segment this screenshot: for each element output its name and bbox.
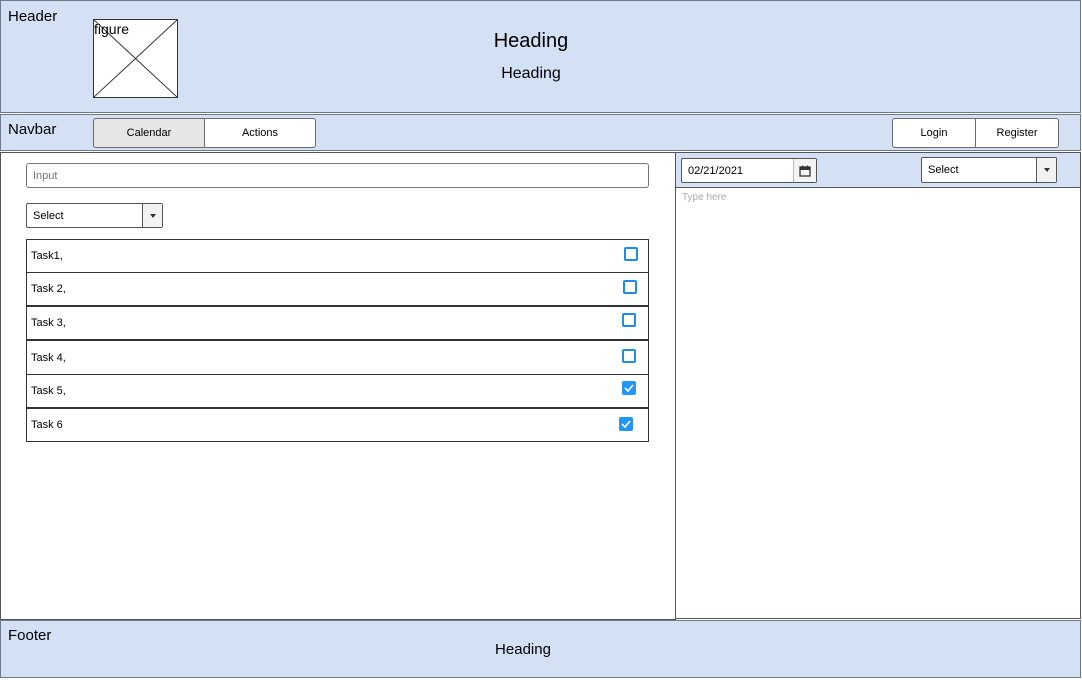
task-checkbox[interactable] [622, 381, 636, 395]
select-value: Select [928, 164, 959, 176]
notes-textarea[interactable]: Type here [682, 192, 726, 203]
date-picker[interactable]: 02/21/2021 [681, 158, 817, 183]
chevron-down-icon [1036, 158, 1056, 182]
task-label: Task 3, [31, 317, 66, 329]
login-button[interactable]: Login [892, 118, 976, 148]
task-label: Task 2, [31, 283, 66, 295]
side-select[interactable]: Select [921, 157, 1057, 183]
task-label: Task 6 [31, 419, 63, 431]
figure-placeholder: figure [93, 19, 178, 98]
task-checkbox[interactable] [619, 417, 633, 431]
main-panel: Select Task1, Task 2, Task 3, Task 4, Ta… [0, 152, 676, 620]
task-row: Task 5, [26, 374, 649, 408]
task-checkbox[interactable] [623, 280, 637, 294]
task-label: Task 4, [31, 351, 66, 364]
checkmark-icon [621, 420, 631, 428]
select-value: Select [33, 209, 64, 222]
footer: Footer Heading [0, 620, 1081, 678]
page-title: Heading [493, 30, 569, 52]
footer-label: Footer [8, 627, 52, 644]
task-label: Task1, [31, 250, 63, 262]
task-checkbox[interactable] [624, 247, 638, 261]
footer-heading: Heading [495, 641, 551, 658]
task-row: Task 6 [26, 408, 649, 442]
text-input[interactable] [26, 163, 649, 188]
tab-calendar[interactable]: Calendar [93, 118, 205, 148]
tab-actions[interactable]: Actions [204, 118, 316, 148]
date-value: 02/21/2021 [688, 164, 744, 177]
header: Header figure Heading Heading [0, 0, 1081, 113]
side-toolbar: 02/21/2021 Select [676, 153, 1080, 188]
task-checkbox[interactable] [622, 313, 636, 327]
header-label: Header [8, 8, 58, 25]
chevron-down-icon [142, 204, 162, 227]
navbar-label: Navbar [8, 121, 57, 138]
task-row: Task 2, [26, 272, 649, 306]
task-checkbox[interactable] [622, 349, 636, 363]
checkmark-icon [624, 384, 634, 392]
navbar: Navbar Calendar Actions Login Register [0, 114, 1081, 151]
page-subtitle: Heading [501, 65, 561, 82]
side-panel: 02/21/2021 Select Type here [675, 152, 1081, 619]
task-row: Task 4, [26, 340, 649, 375]
figure-label: figure [94, 21, 130, 37]
task-filter-select[interactable]: Select [26, 203, 163, 228]
task-row: Task 3, [26, 306, 649, 340]
task-label: Task 5, [31, 385, 66, 397]
calendar-icon[interactable] [793, 159, 816, 182]
task-row: Task1, [26, 239, 649, 273]
register-button[interactable]: Register [975, 118, 1059, 148]
